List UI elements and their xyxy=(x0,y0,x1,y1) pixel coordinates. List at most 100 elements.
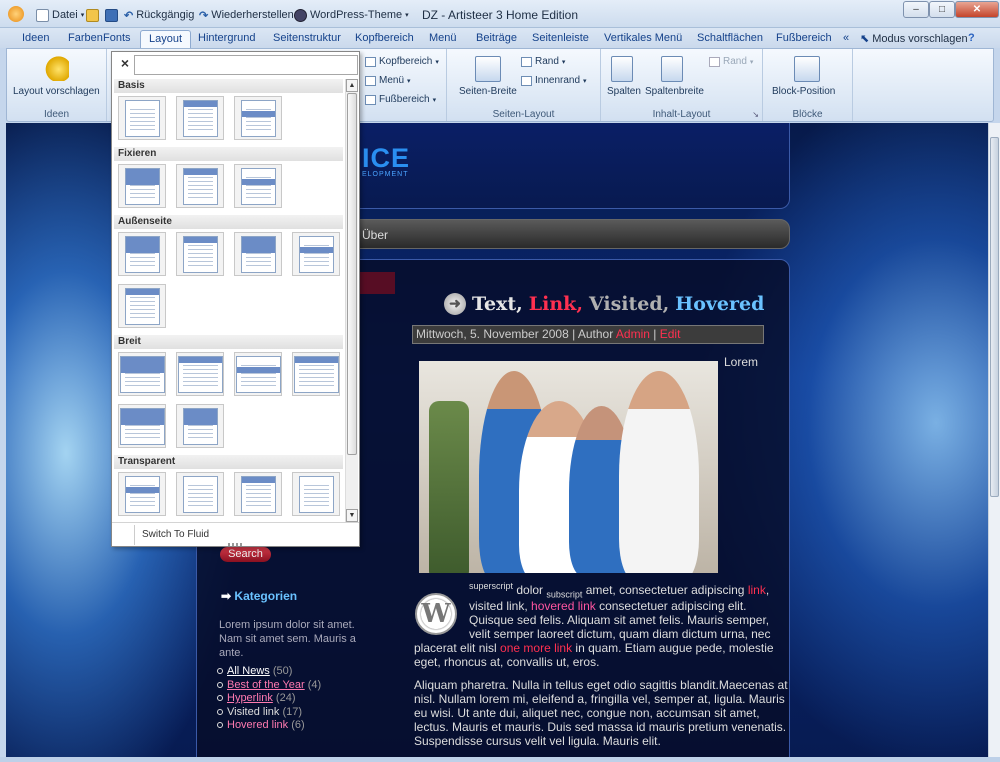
preview-scrollbar-thumb[interactable] xyxy=(990,137,999,497)
window-title: DZ - Artisteer 3 Home Edition xyxy=(421,8,579,22)
layout-thumbnail[interactable] xyxy=(176,472,224,516)
title-link[interactable]: Link, xyxy=(529,293,583,315)
close-icon[interactable]: × xyxy=(118,56,132,70)
menu-dropdown[interactable]: Menü ▾ xyxy=(365,75,411,86)
list-item: Hovered link (6) xyxy=(217,719,321,733)
resize-grip-icon[interactable] xyxy=(228,543,242,546)
author-link[interactable]: Admin xyxy=(616,327,650,341)
category-link[interactable]: All News xyxy=(227,665,270,677)
page-width-button[interactable]: Seiten-Breite xyxy=(459,86,517,97)
post-meta: Mittwoch, 5. November 2008 | Author Admi… xyxy=(412,325,764,344)
layout-thumbnail[interactable] xyxy=(176,352,224,396)
divider xyxy=(134,525,135,545)
tab-fonts[interactable]: Fonts xyxy=(103,30,131,48)
chevron-down-icon: ▾ xyxy=(435,58,439,66)
close-button[interactable]: ✕ xyxy=(955,1,999,18)
switch-to-fluid-button[interactable]: Switch To Fluid xyxy=(142,529,209,540)
preview-scrollbar[interactable] xyxy=(988,123,1000,757)
layout-thumbnail[interactable] xyxy=(118,96,166,140)
layout-thumbnail[interactable] xyxy=(292,472,340,516)
tab-menu[interactable]: Menü xyxy=(429,30,457,48)
layout-search-input[interactable] xyxy=(134,55,358,75)
hovered-link[interactable]: hovered link xyxy=(531,599,596,613)
kopfbereich-dropdown[interactable]: Kopfbereich ▾ xyxy=(365,56,439,67)
fussbereich-dropdown[interactable]: Fußbereich ▾ xyxy=(365,94,436,105)
category-link[interactable]: Hyperlink xyxy=(227,692,273,704)
layout-thumbnail[interactable] xyxy=(118,284,166,328)
layout-thumbnail[interactable] xyxy=(292,232,340,276)
post-paragraph-2-line-1: Aliquam pharetra. Nulla in tellus eget o… xyxy=(414,678,788,692)
layout-thumbnail[interactable] xyxy=(234,232,282,276)
tab-beitraege[interactable]: Beiträge xyxy=(476,30,517,48)
tab-hintergrund[interactable]: Hintergrund xyxy=(198,30,255,48)
post-title: ➜ Text, Link, Visited, Hovered xyxy=(444,293,764,315)
tab-vertikales-menu[interactable]: Vertikales Menü xyxy=(604,30,682,48)
layout-thumbnail[interactable] xyxy=(234,472,282,516)
group-bloecke: Block-Position Blöcke xyxy=(763,49,853,121)
column-width-button[interactable]: Spaltenbreite xyxy=(645,86,704,97)
margin-dropdown[interactable]: Rand ▾ xyxy=(521,56,565,67)
layout-thumbnail[interactable] xyxy=(176,164,224,208)
status-bar xyxy=(0,757,1000,762)
layout-thumbnail[interactable] xyxy=(176,96,224,140)
post-paragraph-1-line-2: visited link, hovered link consectetuer … xyxy=(469,599,747,613)
layout-thumbnail[interactable] xyxy=(292,352,340,396)
categories-description: Lorem ipsum dolor sit amet. Nam sit amet… xyxy=(219,619,356,659)
help-icon[interactable]: ? xyxy=(968,30,975,48)
post-paragraph-1-line-6: eget, rhoncus at, convallis ut, eros. xyxy=(414,655,600,669)
arrow-right-icon: ➜ xyxy=(444,293,466,315)
title-hovered[interactable]: Hovered xyxy=(675,293,764,315)
layout-thumbnail[interactable] xyxy=(234,164,282,208)
content-margin-dropdown[interactable]: Rand ▾ xyxy=(709,56,753,67)
post-paragraph-2-line-4: lectus. Mauris et mauris. Duis sed massa… xyxy=(414,720,787,734)
gallery-scrollbar-thumb[interactable] xyxy=(347,93,357,455)
gallery-scrollbar[interactable]: ▲ ▼ xyxy=(345,79,358,522)
tab-ideen[interactable]: Ideen xyxy=(22,30,50,48)
chevron-down-icon: ▾ xyxy=(749,58,754,66)
tab-kopfbereich[interactable]: Kopfbereich xyxy=(355,30,414,48)
dialog-launcher-icon[interactable]: ↘ xyxy=(752,110,759,119)
layout-thumbnail[interactable] xyxy=(234,96,282,140)
layout-thumbnail[interactable] xyxy=(118,404,166,448)
category-link[interactable]: Visited link xyxy=(227,706,279,718)
layout-thumbnail[interactable] xyxy=(118,352,166,396)
layout-thumbnail[interactable] xyxy=(176,232,224,276)
search-button[interactable]: Search xyxy=(220,547,271,562)
tab-layout[interactable]: Layout xyxy=(140,30,192,48)
edit-link[interactable]: Edit xyxy=(660,327,681,341)
collapse-ribbon-button[interactable]: « xyxy=(843,30,849,48)
category-link[interactable]: Best of the Year xyxy=(227,679,305,691)
block-position-icon xyxy=(794,56,820,82)
tab-schaltflaechen[interactable]: Schaltflächen xyxy=(697,30,763,48)
scroll-up-icon[interactable]: ▲ xyxy=(346,79,358,92)
chevron-down-icon: ▾ xyxy=(561,58,566,66)
tab-fussbereich[interactable]: Fußbereich xyxy=(776,30,832,48)
tab-seitenleiste[interactable]: Seitenleiste xyxy=(532,30,589,48)
one-more-link[interactable]: one more link xyxy=(500,641,572,655)
layout-thumbnail[interactable] xyxy=(118,164,166,208)
layout-thumbnail[interactable] xyxy=(118,232,166,276)
tab-seitenstruktur[interactable]: Seitenstruktur xyxy=(273,30,341,48)
categories-title: ➡ Kategorien xyxy=(221,589,298,603)
layout-thumbnail[interactable] xyxy=(118,472,166,516)
columns-button[interactable]: Spalten xyxy=(607,86,641,97)
list-item: Best of the Year (4) xyxy=(217,679,321,693)
padding-dropdown[interactable]: Innenrand ▾ xyxy=(521,75,587,86)
category-link[interactable]: Hovered link xyxy=(227,719,288,731)
layout-suggest-button[interactable] xyxy=(43,55,69,81)
cursor-icon: ⬉ xyxy=(860,33,870,45)
columns-icon xyxy=(611,56,633,82)
title-visited[interactable]: Visited, xyxy=(589,293,669,315)
layout-thumbnail[interactable] xyxy=(176,404,224,448)
layout-thumbnail[interactable] xyxy=(234,352,282,396)
nav-item-about[interactable]: Über xyxy=(362,228,388,242)
maximize-button[interactable]: □ xyxy=(929,1,955,18)
tab-farben[interactable]: Farben xyxy=(68,30,103,48)
minimize-button[interactable]: – xyxy=(903,1,929,18)
block-position-button[interactable]: Block-Position xyxy=(772,86,835,97)
text-link[interactable]: link xyxy=(748,583,766,597)
suggest-mode-button[interactable]: ⬉ Modus vorschlagen xyxy=(860,30,968,48)
column-width-icon xyxy=(661,56,683,82)
scroll-down-icon[interactable]: ▼ xyxy=(346,509,358,522)
lightbulb-icon xyxy=(43,55,69,81)
